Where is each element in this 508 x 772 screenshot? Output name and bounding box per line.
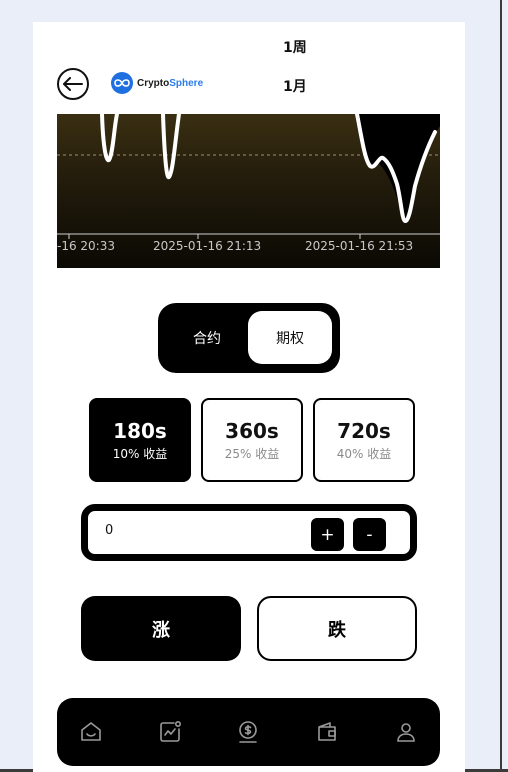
brand-name-main: Crypto — [137, 77, 170, 89]
duration-rate: 40% 收益 — [336, 446, 392, 461]
period-month-label[interactable]: 1月 — [283, 76, 307, 96]
arrow-left-icon — [63, 77, 83, 91]
app-screen: 1周 1月 CryptoSphere -16 20:33 2025-01-16 … — [33, 22, 465, 772]
duration-card-360s[interactable]: 360s 25% 收益 — [201, 398, 303, 482]
chart-icon[interactable] — [156, 718, 184, 746]
wallet-icon[interactable] — [313, 718, 341, 746]
duration-time: 360s — [225, 418, 279, 443]
duration-time: 720s — [337, 418, 391, 443]
duration-rate: 25% 收益 — [224, 446, 280, 461]
duration-rate: 10% 收益 — [112, 446, 168, 461]
price-chart[interactable]: -16 20:33 2025-01-16 21:13 2025-01-16 21… — [57, 114, 440, 268]
increment-button[interactable]: + — [311, 518, 344, 551]
toggle-option-contract[interactable]: 合约 — [166, 311, 248, 364]
user-icon[interactable] — [392, 718, 420, 746]
duration-time: 180s — [113, 418, 167, 443]
brand-name: CryptoSphere — [137, 78, 203, 89]
period-week-label[interactable]: 1周 — [283, 37, 307, 57]
decrement-button[interactable]: - — [353, 518, 386, 551]
price-line-segment — [100, 114, 119, 163]
window-edge-right — [500, 0, 502, 772]
home-icon[interactable] — [77, 718, 105, 746]
bottom-nav — [57, 698, 440, 766]
infinity-logo-icon — [111, 72, 133, 94]
duration-card-720s[interactable]: 720s 40% 收益 — [313, 398, 415, 482]
buy-down-button[interactable]: 跌 — [257, 596, 417, 661]
dollar-icon[interactable] — [234, 718, 262, 746]
x-tick-label: 2025-01-16 21:53 — [305, 239, 414, 253]
duration-card-180s[interactable]: 180s 10% 收益 — [89, 398, 191, 482]
chart-dark-region — [355, 114, 440, 221]
mode-toggle: 合约 期权 — [158, 303, 340, 373]
brand-logo: CryptoSphere — [111, 72, 203, 94]
toggle-option-options[interactable]: 期权 — [248, 311, 332, 364]
amount-input[interactable]: 0 — [105, 523, 113, 538]
amount-stepper: 0 + - — [81, 504, 417, 561]
price-line-segment — [161, 114, 181, 180]
back-button[interactable] — [57, 68, 89, 100]
buy-up-button[interactable]: 涨 — [81, 596, 241, 661]
brand-name-accent: Sphere — [169, 77, 204, 89]
x-tick-label: -16 20:33 — [57, 239, 115, 253]
x-tick-label: 2025-01-16 21:13 — [153, 239, 262, 253]
